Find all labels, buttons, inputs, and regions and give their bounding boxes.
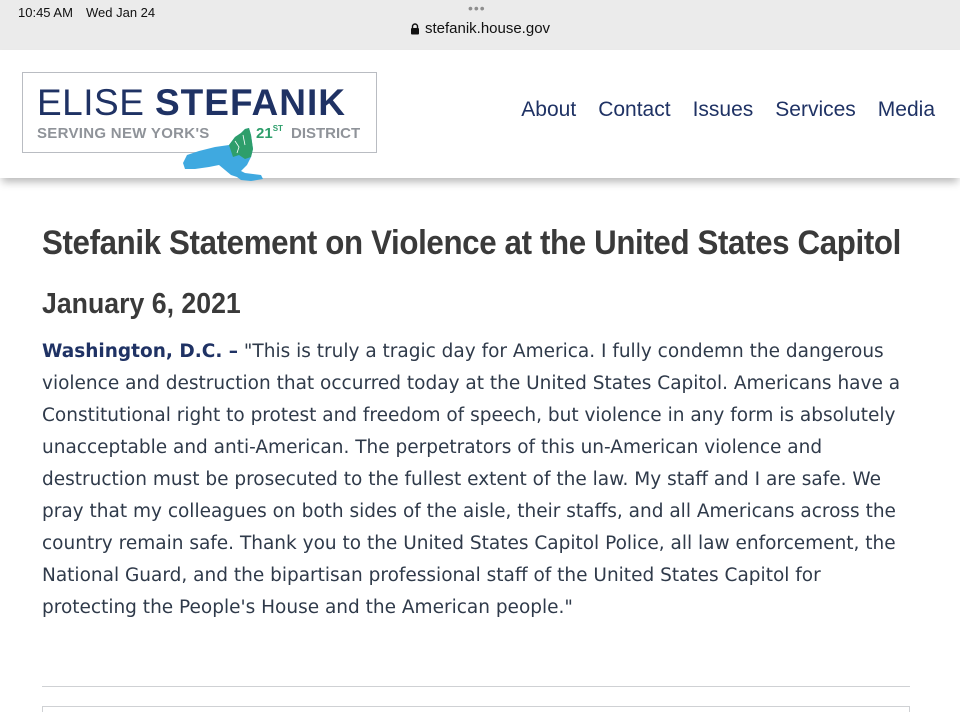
status-date: Wed Jan 24 bbox=[86, 5, 156, 20]
status-time: 10:45 AM bbox=[18, 5, 73, 20]
main-nav: About Contact Issues Services Media bbox=[521, 98, 935, 122]
url-text[interactable]: stefanik.house.gov bbox=[425, 20, 550, 37]
next-section-box bbox=[42, 706, 910, 712]
nav-about[interactable]: About bbox=[521, 98, 576, 122]
site-logo[interactable]: ELISE STEFANIK SERVING NEW YORK'S 21ST D… bbox=[22, 72, 377, 181]
lock-icon bbox=[410, 22, 420, 35]
logo-first-name: ELISE bbox=[37, 82, 145, 123]
article-dateline: Washington, D.C. – bbox=[42, 341, 239, 362]
nav-services[interactable]: Services bbox=[775, 98, 856, 122]
nav-issues[interactable]: Issues bbox=[693, 98, 754, 122]
article-title: Stefanik Statement on Violence at the Un… bbox=[42, 224, 901, 262]
new-york-map-icon bbox=[183, 128, 263, 181]
site-header: ELISE STEFANIK SERVING NEW YORK'S 21ST D… bbox=[0, 50, 960, 181]
article-date: January 6, 2021 bbox=[42, 288, 241, 320]
article-quote: "This is truly a tragic day for America.… bbox=[42, 341, 901, 618]
tab-overview-dots-icon[interactable]: ••• bbox=[468, 1, 486, 15]
nav-media[interactable]: Media bbox=[878, 98, 935, 122]
logo-last-name: STEFANIK bbox=[155, 82, 346, 123]
article-body: Washington, D.C. – "This is truly a trag… bbox=[42, 336, 912, 624]
nav-contact[interactable]: Contact bbox=[598, 98, 670, 122]
content-divider bbox=[42, 686, 910, 687]
logo-district-number: 21ST bbox=[256, 124, 283, 142]
browser-status-bar: 10:45 AM Wed Jan 24 ••• stefanik.house.g… bbox=[0, 0, 960, 50]
press-release-article: Stefanik Statement on Violence at the Un… bbox=[42, 222, 912, 624]
logo-district-word: DISTRICT bbox=[291, 125, 361, 142]
address-bar[interactable]: stefanik.house.gov bbox=[0, 20, 960, 40]
